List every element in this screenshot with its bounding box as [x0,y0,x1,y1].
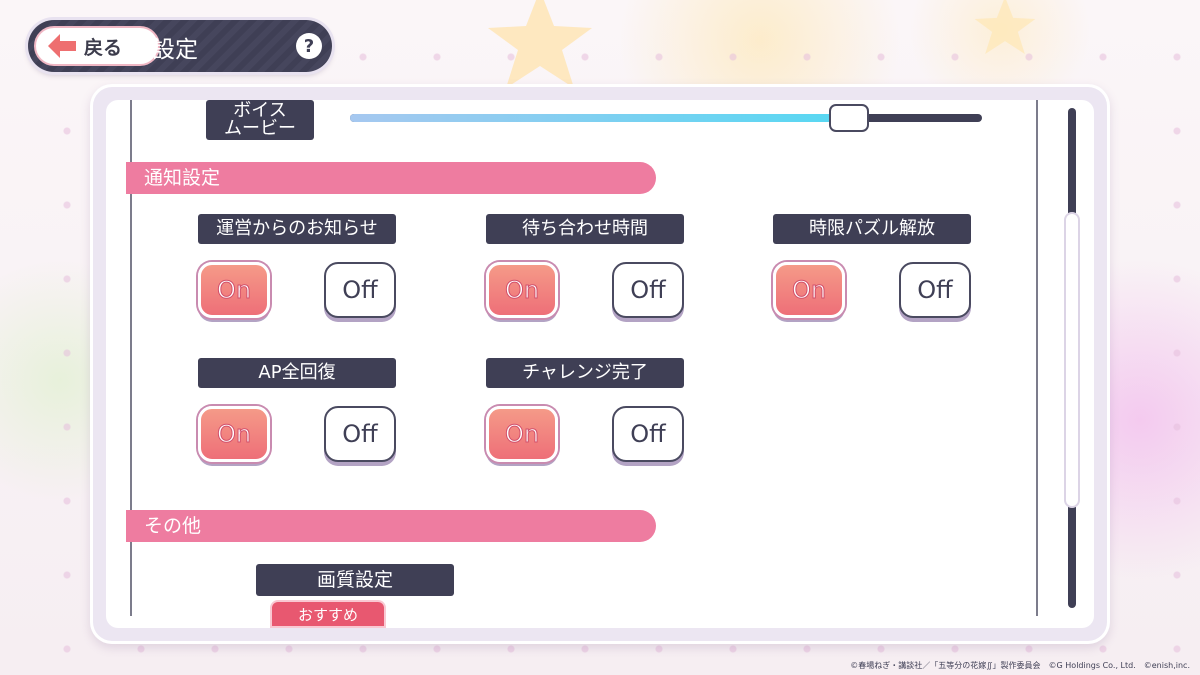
slider-handle[interactable] [829,104,870,132]
challenge-complete-on-button[interactable]: On [486,406,558,462]
header-bar: 戻る 設定 ? [28,20,332,72]
voice-movie-slider[interactable] [350,104,982,132]
settings-panel[interactable]: ボイス ムービー 通知設定 運営からのお知らせ On Off 待ち合わせ時間 O… [106,100,1094,628]
ap-recovery-on-button[interactable]: On [198,406,270,462]
back-arrow-icon [48,34,76,58]
meeting-time-on-button[interactable]: On [486,262,558,318]
meeting-time-off-button[interactable]: Off [612,262,684,318]
copyright-text: ©春場ねぎ・講談社／「五等分の花嫁∬」製作委員会 ©G Holdings Co.… [850,661,1190,670]
scrollbar-thumb[interactable] [1064,212,1080,508]
timed-puzzle-off-button[interactable]: Off [899,262,971,318]
help-icon: ? [303,35,315,57]
timed-puzzle-on-button[interactable]: On [773,262,845,318]
panel-border-right [1036,100,1038,616]
voice-movie-label-text: ボイス ムービー [224,100,296,139]
slider-fill [350,114,850,122]
back-button-label: 戻る [84,36,123,59]
voice-movie-label: ボイス ムービー [206,100,314,140]
ap-recovery-off-button[interactable]: Off [324,406,396,462]
background-star-icon [974,0,1036,55]
section-header-other: その他 [126,510,656,542]
section-header-notification: 通知設定 [126,162,656,194]
official-news-on-button[interactable]: On [198,262,270,318]
toggle-label-official-news: 運営からのお知らせ [198,214,396,244]
page-title: 設定 [152,37,198,63]
help-button[interactable]: ? [296,33,322,59]
background-star-icon [488,0,592,88]
toggle-label-ap-recovery: AP全回復 [198,358,396,388]
toggle-label-challenge-complete: チャレンジ完了 [486,358,684,388]
quality-setting-label: 画質設定 [256,564,454,596]
recommend-badge[interactable]: おすすめ [270,600,386,628]
toggle-label-meeting-time: 待ち合わせ時間 [486,214,684,244]
official-news-off-button[interactable]: Off [324,262,396,318]
toggle-label-timed-puzzle: 時限パズル解放 [773,214,971,244]
back-button[interactable]: 戻る [34,26,160,66]
challenge-complete-off-button[interactable]: Off [612,406,684,462]
